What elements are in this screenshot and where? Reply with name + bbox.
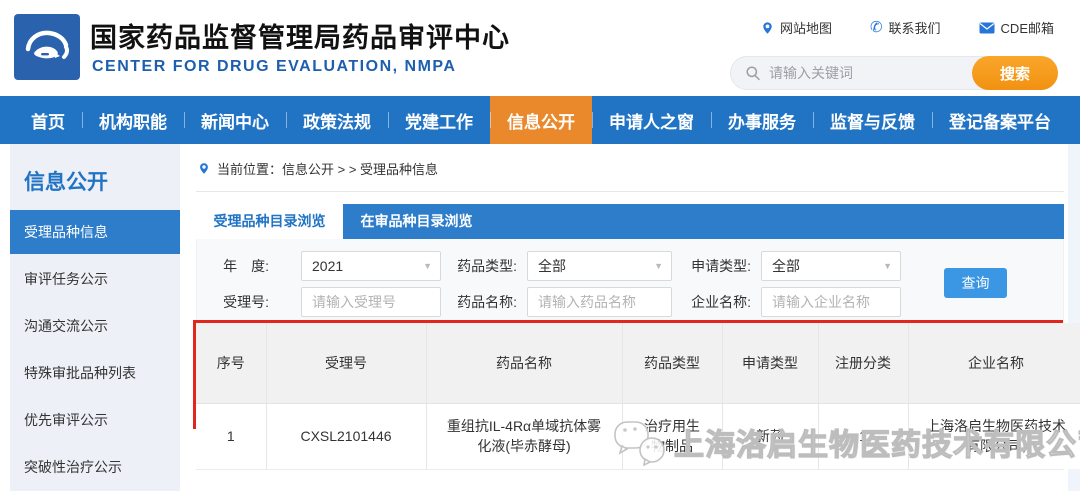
mailbox-link[interactable]: CDE邮箱 — [979, 18, 1054, 37]
header-search: 搜索 — [730, 56, 1058, 90]
cell-seq: 1 — [196, 403, 266, 469]
location-pin-icon — [200, 163, 208, 174]
chevron-down-icon: ▼ — [423, 261, 432, 271]
sidebar-item-review-tasks[interactable]: 审评任务公示 — [10, 257, 180, 301]
cell-accept-no: CXSL2101446 — [265, 403, 426, 469]
query-button[interactable]: 查询 — [944, 268, 1007, 298]
table-row[interactable]: 1 CXSL2101446 重组抗IL-4Rα单域抗体雾化液(毕赤酵母) 治疗用… — [196, 403, 1080, 469]
drug-type-value: 全部 — [538, 258, 566, 274]
cell-drug-type: 治疗用生物制品 — [621, 403, 722, 469]
phone-icon: ✆ — [869, 19, 883, 36]
cell-drug-name: 重组抗IL-4Rα单域抗体雾化液(毕赤酵母) — [425, 403, 622, 469]
sitemap-link[interactable]: 网站地图 — [761, 18, 832, 37]
drug-name-input[interactable] — [527, 287, 672, 317]
col-company: 企业名称 — [907, 323, 1080, 404]
sidebar-title: 信息公开 — [24, 171, 108, 194]
site-title: 国家药品监督管理局药品审评中心 — [90, 23, 510, 53]
chevron-down-icon: ▼ — [883, 261, 892, 271]
contact-label: 联系我们 — [888, 21, 941, 36]
results-table-annotation: 序号 受理号 药品名称 药品类型 申请类型 注册分类 企业名称 承办日期 1 C… — [193, 320, 1080, 469]
col-drug-type: 药品类型 — [621, 323, 722, 404]
sidebar-item-special-approval[interactable]: 特殊审批品种列表 — [10, 351, 180, 395]
company-label: 企业名称: — [691, 294, 751, 310]
cde-logo — [14, 14, 80, 80]
col-accept-no: 受理号 — [265, 323, 426, 404]
contact-link[interactable]: ✆ 联系我们 — [870, 18, 941, 37]
cell-apply-type: 新药 — [721, 403, 818, 469]
sidebar: 信息公开 受理品种信息 审评任务公示 沟通交流公示 特殊审批品种列表 优先审评公… — [10, 144, 180, 491]
nav-item-info-disclosure[interactable]: 信息公开 — [490, 96, 592, 144]
table-header-row: 序号 受理号 药品名称 药品类型 申请类型 注册分类 企业名称 承办日期 — [196, 323, 1080, 404]
apply-type-select[interactable]: 全部 ▼ — [761, 251, 901, 281]
col-reg-class: 注册分类 — [817, 323, 908, 404]
drug-type-select[interactable]: 全部 ▼ — [527, 251, 672, 281]
drug-type-label: 药品类型: — [457, 258, 517, 274]
company-input[interactable] — [761, 287, 901, 317]
breadcrumb-text: 当前位置：信息公开 > > 受理品种信息 — [217, 162, 439, 177]
sidebar-item-communication[interactable]: 沟通交流公示 — [10, 304, 180, 348]
content-tabs: 受理品种目录浏览 在审品种目录浏览 — [196, 204, 1064, 239]
nav-item-party[interactable]: 党建工作 — [388, 96, 490, 144]
sidebar-item-accepted-varieties[interactable]: 受理品种信息 — [10, 210, 180, 254]
cell-company: 上海洛启生物医药技术有限公司; — [907, 403, 1080, 469]
site-subtitle: CENTER FOR DRUG EVALUATION, NMPA — [92, 58, 457, 75]
cde-nmpa-page: 国家药品监督管理局药品审评中心 CENTER FOR DRUG EVALUATI… — [0, 0, 1080, 491]
location-pin-icon — [763, 21, 772, 34]
accept-no-input[interactable] — [301, 287, 441, 317]
col-drug-name: 药品名称 — [425, 323, 622, 404]
site-header: 国家药品监督管理局药品审评中心 CENTER FOR DRUG EVALUATI… — [0, 0, 1080, 96]
filter-panel: 年 度: 2021 ▼ 药品类型: 全部 ▼ 申请类型: 全部 ▼ 受理号: 药… — [196, 239, 1064, 325]
year-select[interactable]: 2021 ▼ — [301, 251, 441, 281]
nav-item-home[interactable]: 首页 — [14, 96, 82, 144]
header-quick-links: 网站地图 ✆ 联系我们 CDE邮箱 — [761, 18, 1054, 37]
year-value: 2021 — [312, 258, 344, 274]
sitemap-label: 网站地图 — [779, 21, 832, 36]
nav-item-applicant-window[interactable]: 申请人之窗 — [592, 96, 711, 144]
nav-item-news[interactable]: 新闻中心 — [184, 96, 286, 144]
col-seq: 序号 — [196, 323, 266, 404]
search-icon — [746, 66, 760, 81]
mailbox-label: CDE邮箱 — [1000, 21, 1054, 36]
nav-item-services[interactable]: 办事服务 — [711, 96, 813, 144]
tab-accepted-catalog[interactable]: 受理品种目录浏览 — [196, 204, 343, 239]
results-table: 序号 受理号 药品名称 药品类型 申请类型 注册分类 企业名称 承办日期 1 C… — [196, 323, 1080, 469]
drug-name-label: 药品名称: — [457, 294, 517, 310]
search-input[interactable] — [769, 65, 959, 81]
nav-item-registration-platform[interactable]: 登记备案平台 — [932, 96, 1068, 144]
year-label: 年 度: — [223, 258, 269, 274]
nav-item-supervision[interactable]: 监督与反馈 — [813, 96, 932, 144]
nav-item-functions[interactable]: 机构职能 — [82, 96, 184, 144]
main-nav: 首页 机构职能 新闻中心 政策法规 党建工作 信息公开 申请人之窗 办事服务 监… — [0, 96, 1080, 144]
content-area: 当前位置：信息公开 > > 受理品种信息 受理品种目录浏览 在审品种目录浏览 年… — [193, 144, 1080, 470]
col-apply-type: 申请类型 — [721, 323, 818, 404]
tab-under-review-catalog[interactable]: 在审品种目录浏览 — [343, 204, 490, 239]
mail-icon — [979, 22, 995, 33]
breadcrumb: 当前位置：信息公开 > > 受理品种信息 — [196, 144, 1064, 192]
cell-reg-class: 1 — [817, 403, 908, 469]
accept-no-label: 受理号: — [223, 294, 269, 310]
sidebar-item-priority-review[interactable]: 优先审评公示 — [10, 398, 180, 442]
sidebar-item-breakthrough-therapy[interactable]: 突破性治疗公示 — [10, 445, 180, 489]
apply-type-value: 全部 — [772, 258, 800, 274]
search-button[interactable]: 搜索 — [972, 56, 1058, 90]
apply-type-label: 申请类型: — [691, 258, 751, 274]
nav-item-policy[interactable]: 政策法规 — [286, 96, 388, 144]
fish-logo-icon — [25, 30, 70, 59]
chevron-down-icon: ▼ — [654, 261, 663, 271]
